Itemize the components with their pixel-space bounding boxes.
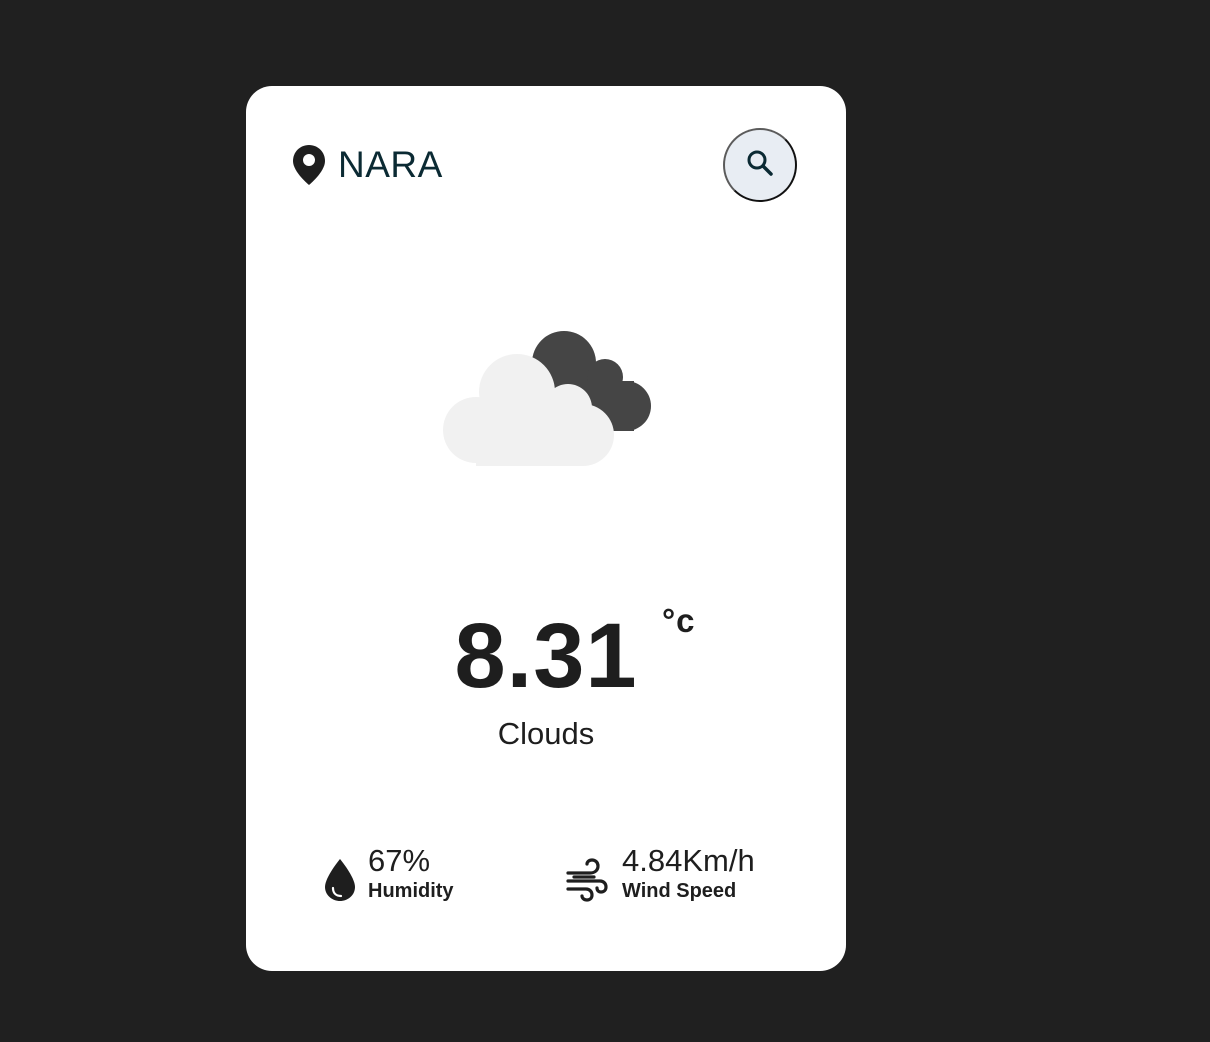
- humidity-label: Humidity: [368, 880, 454, 902]
- temperature-block: 8.31 °c: [246, 601, 846, 711]
- weather-card: NARA 8.31 °c Clouds 67% Humidity 4.84Km/…: [246, 86, 846, 971]
- city-name: NARA: [338, 144, 443, 185]
- wind-speed-label: Wind Speed: [622, 880, 737, 902]
- wind-icon: [564, 857, 608, 903]
- search-icon: [745, 148, 775, 183]
- weather-condition: Clouds: [497, 716, 595, 751]
- search-button[interactable]: [723, 128, 797, 202]
- wind-speed-value: 4.84Km/h: [622, 843, 755, 878]
- temperature-number: 8.31: [454, 605, 638, 707]
- humidity-stat: 67% Humidity: [322, 844, 454, 904]
- clouds-icon: [434, 326, 664, 476]
- wind-stat: 4.84Km/h Wind Speed: [564, 844, 755, 904]
- temperature-value: 8.31 °c: [454, 601, 694, 711]
- water-drop-icon: [322, 857, 362, 903]
- humidity-value: 67%: [368, 843, 431, 878]
- location: NARA: [292, 144, 443, 186]
- map-pin-icon: [292, 144, 326, 186]
- temperature-unit: °c: [661, 602, 696, 639]
- card-header: NARA: [246, 86, 846, 246]
